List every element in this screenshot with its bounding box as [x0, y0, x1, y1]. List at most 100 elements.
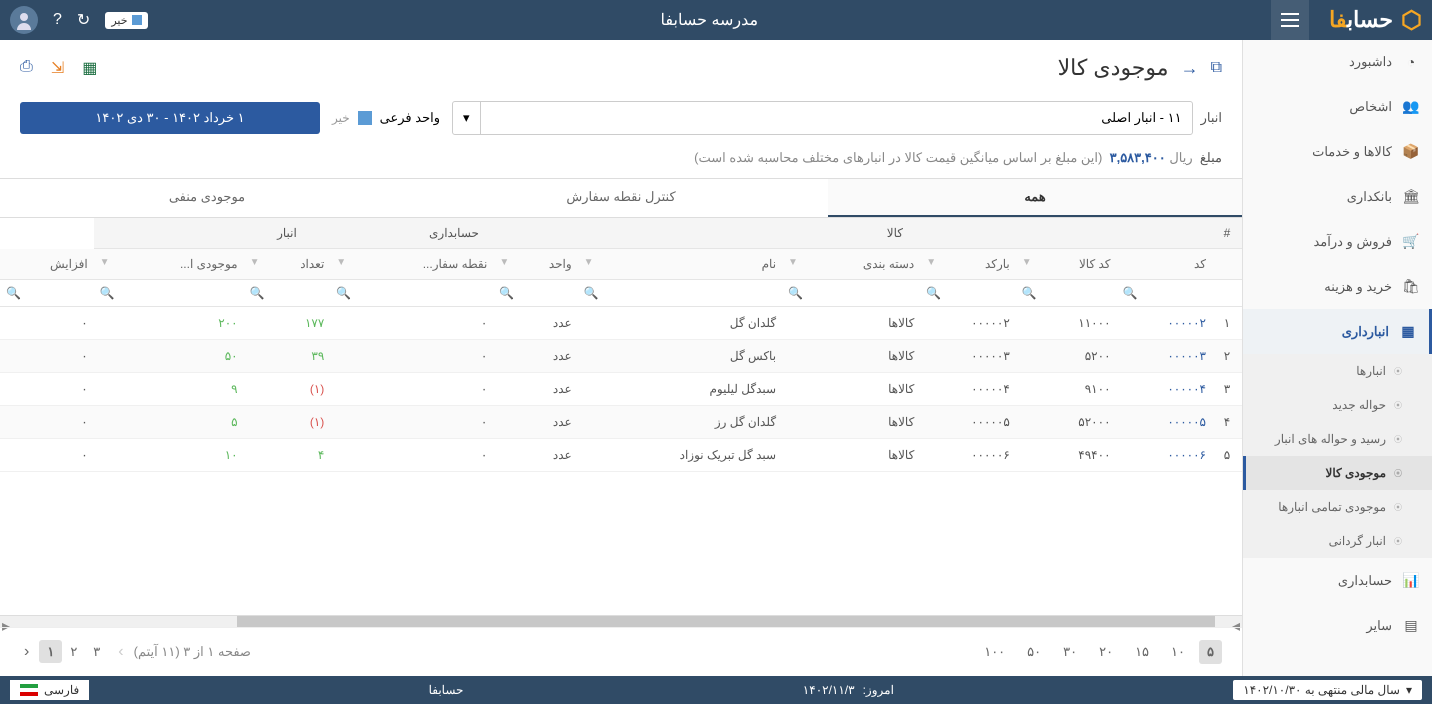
fiscal-year-select[interactable]: ▾ سال مالی منتهی به ۱۴۰۲/۱۰/۳۰ [1233, 680, 1422, 700]
row-stock: ۵ [94, 406, 244, 439]
file-export-icon[interactable]: ⇲ [51, 58, 64, 78]
col-header-cat[interactable]: ▼دسته بندی [782, 249, 920, 280]
row-idx: ۵ [1212, 439, 1242, 472]
search-cell[interactable]: 🔍 [0, 280, 94, 307]
col-header-qty[interactable]: ▼تعداد [244, 249, 331, 280]
help-icon[interactable]: ? [53, 11, 62, 29]
filter-icon[interactable]: ▼ [926, 257, 936, 268]
filter-icon[interactable]: ▼ [250, 257, 260, 268]
print-icon[interactable]: ⎙ [20, 58, 33, 78]
sidebar-item-accounting[interactable]: 📊حسابداری [1243, 558, 1432, 603]
tab-all[interactable]: همه [828, 179, 1242, 217]
avatar[interactable] [10, 6, 38, 34]
prev-page-icon[interactable]: › [114, 643, 127, 661]
row-inc: ۰ [0, 373, 94, 406]
table-row[interactable]: ۴۰۰۰۰۰۵۵۲۰۰۰۰۰۰۰۰۵کالاهاگلدان گل رزعدد۰(… [0, 406, 1242, 439]
col-header-barcode[interactable]: ▼بارکد [920, 249, 1015, 280]
filter-icon[interactable]: ▼ [499, 257, 509, 268]
col-header[interactable] [1212, 249, 1242, 280]
search-cell[interactable]: 🔍 [244, 280, 331, 307]
search-cell[interactable]: 🔍 [330, 280, 493, 307]
page-size-option[interactable]: ۱۵ [1127, 640, 1157, 664]
search-cell[interactable]: 🔍 [1117, 280, 1212, 307]
hamburger-menu[interactable] [1271, 0, 1309, 40]
search-cell[interactable]: 🔍 [1016, 280, 1117, 307]
excel-export-icon[interactable]: ▦ [82, 58, 97, 78]
row-stock: ۵۰ [94, 340, 244, 373]
horizontal-scrollbar[interactable]: ◂ ▸ [0, 615, 1242, 627]
sync-icon[interactable]: ↻ [77, 10, 90, 30]
sidebar-item-warehouse[interactable]: ▦انبارداری [1243, 309, 1432, 354]
sub-item-warehouses[interactable]: ⦿انبارها [1243, 354, 1432, 388]
table-row[interactable]: ۱۰۰۰۰۰۲۱۱۰۰۰۰۰۰۰۰۲کالاهاگلدان گلعدد۰۱۷۷۲… [0, 307, 1242, 340]
search-cell[interactable]: 🔍 [493, 280, 577, 307]
sub-item-new-transfer[interactable]: ⦿حواله جدید [1243, 388, 1432, 422]
col-header-stock[interactable]: ▼موجودی ا... [94, 249, 244, 280]
sub-unit-toggle[interactable]: واحد فرعی خیر [332, 110, 440, 126]
today-label: امروز: [863, 683, 894, 697]
row-name: باکس گل [578, 340, 782, 373]
row-code[interactable]: ۰۰۰۰۰۵ [1117, 406, 1212, 439]
filter-icon[interactable]: ▼ [100, 257, 110, 268]
language-selector[interactable]: فارسی [10, 680, 89, 700]
box-icon: 📦 [1402, 143, 1420, 160]
search-cell[interactable]: 🔍 [578, 280, 782, 307]
col-header-inc[interactable]: افزایش [0, 249, 94, 280]
tab-negative[interactable]: موجودی منفی [0, 179, 414, 217]
page-size-option[interactable]: ۱۰ [1163, 640, 1193, 664]
sidebar-item-purchase[interactable]: 🛍خرید و هزینه [1243, 264, 1432, 309]
footer: ▾ سال مالی منتهی به ۱۴۰۲/۱۰/۳۰ امروز: ۱۴… [0, 676, 1432, 704]
sub-item-all-stock[interactable]: ⦿موجودی تمامی انبارها [1243, 490, 1432, 524]
search-cell[interactable]: 🔍 [94, 280, 244, 307]
copy-icon[interactable]: ⧉ [1211, 59, 1222, 77]
next-page-icon[interactable]: ‹ [20, 643, 33, 661]
sub-item-count[interactable]: ⦿انبار گردانی [1243, 524, 1432, 558]
page-size-option[interactable]: ۱۰۰ [976, 640, 1013, 664]
sidebar-item-people[interactable]: 👥اشخاص [1243, 84, 1432, 129]
scroll-thumb[interactable] [237, 616, 1215, 627]
filter-icon[interactable]: ▼ [336, 257, 346, 268]
page-number[interactable]: ۲ [62, 640, 85, 663]
filter-icon[interactable]: ▼ [584, 257, 594, 268]
col-header-name[interactable]: ▼نام [578, 249, 782, 280]
warehouse-select[interactable]: ۱۱ - انبار اصلی ▾ [452, 101, 1193, 135]
toggle-icon [358, 111, 372, 125]
row-code[interactable]: ۰۰۰۰۰۴ [1117, 373, 1212, 406]
sidebar-item-sales[interactable]: 🛒فروش و درآمد [1243, 219, 1432, 264]
sub-item-receipts[interactable]: ⦿رسید و حواله های انبار [1243, 422, 1432, 456]
page-size-option[interactable]: ۵ [1199, 640, 1222, 664]
table-row[interactable]: ۳۰۰۰۰۰۴۹۱۰۰۰۰۰۰۰۴کالاهاسبدگل لیلیومعدد۰(… [0, 373, 1242, 406]
search-cell[interactable]: 🔍 [920, 280, 1015, 307]
table-row[interactable]: ۵۰۰۰۰۰۶۴۹۴۰۰۰۰۰۰۰۶کالاهاسبد گل تبریک نوز… [0, 439, 1242, 472]
filter-icon[interactable]: ▼ [788, 257, 798, 268]
page-number[interactable]: ۳ [85, 640, 108, 663]
footer-brand: حسابفا [429, 683, 464, 697]
row-code[interactable]: ۰۰۰۰۰۳ [1117, 340, 1212, 373]
sidebar-item-banking[interactable]: 🏛بانکداری [1243, 174, 1432, 219]
filter-icon[interactable]: ▼ [1022, 257, 1032, 268]
search-cell[interactable]: 🔍 [782, 280, 920, 307]
sidebar-item-dashboard[interactable]: ◔داشبورد [1243, 40, 1432, 84]
sidebar-item-other[interactable]: ▤سایر [1243, 603, 1432, 648]
sub-item-stock[interactable]: ⦿موجودی کالا [1243, 456, 1432, 490]
col-header-code[interactable]: کد [1117, 249, 1212, 280]
col-header-itemcode[interactable]: ▼کد کالا [1016, 249, 1117, 280]
page-size-option[interactable]: ۲۰ [1091, 640, 1121, 664]
tab-reorder[interactable]: کنترل نقطه سفارش [414, 179, 828, 217]
export-icons: ▦ ⇲ ⎙ [20, 58, 97, 78]
page-size-option[interactable]: ۵۰ [1019, 640, 1049, 664]
row-code[interactable]: ۰۰۰۰۰۲ [1117, 307, 1212, 340]
stock-table: # کالا حسابداری انبار کد ▼کد کالا ▼بارکد… [0, 218, 1242, 472]
row-code[interactable]: ۰۰۰۰۰۶ [1117, 439, 1212, 472]
page-size-option[interactable]: ۳۰ [1055, 640, 1085, 664]
sidebar-item-products[interactable]: 📦کالاها و خدمات [1243, 129, 1432, 174]
table-row[interactable]: ۲۰۰۰۰۰۳۵۲۰۰۰۰۰۰۰۳کالاهاباکس گلعدد۰۳۹۵۰۰ [0, 340, 1242, 373]
date-range-picker[interactable]: ۱ خرداد ۱۴۰۲ - ۳۰ دی ۱۴۰۲ [20, 102, 320, 134]
col-header-reorder[interactable]: ▼نقطه سفار... [330, 249, 493, 280]
status-badge[interactable]: خیر [105, 12, 147, 29]
row-name: سبد گل تبریک نوزاد [578, 439, 782, 472]
lang-text: فارسی [44, 683, 79, 697]
page-number[interactable]: ۱ [39, 640, 62, 663]
back-arrow-icon[interactable]: → [1181, 58, 1199, 79]
col-header-unit[interactable]: ▼واحد [493, 249, 577, 280]
